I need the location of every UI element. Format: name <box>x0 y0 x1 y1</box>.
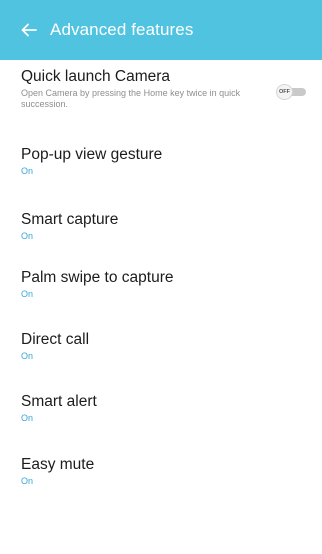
setting-palm-swipe-to-capture[interactable]: Palm swipe to capture On <box>0 268 322 312</box>
setting-status: On <box>21 166 34 176</box>
setting-status: On <box>21 289 34 299</box>
toggle-knob: OFF <box>276 84 293 100</box>
setting-title: Easy mute <box>21 456 95 473</box>
setting-smart-alert[interactable]: Smart alert On <box>0 392 322 436</box>
setting-title: Pop-up view gesture <box>21 146 163 163</box>
setting-title: Direct call <box>21 331 90 348</box>
setting-status: On <box>21 476 34 486</box>
setting-status: On <box>21 231 34 241</box>
setting-smart-capture[interactable]: Smart capture On <box>0 210 322 254</box>
setting-easy-mute[interactable]: Easy mute On <box>0 455 322 499</box>
setting-title: Palm swipe to capture <box>21 269 174 286</box>
setting-title: Smart alert <box>21 393 97 410</box>
setting-title: Quick launch Camera <box>21 68 171 85</box>
app-bar: Advanced features <box>0 0 322 60</box>
page-title: Advanced features <box>50 20 194 39</box>
setting-status: On <box>21 413 34 423</box>
quick-launch-camera-toggle[interactable]: OFF <box>276 84 306 100</box>
setting-description: Open Camera by pressing the Home key twi… <box>21 88 241 109</box>
setting-pop-up-view-gesture[interactable]: Pop-up view gesture On <box>0 145 322 189</box>
advanced-features-screen: Advanced features Quick launch Camera Op… <box>0 0 322 554</box>
setting-title: Smart capture <box>21 211 119 228</box>
setting-status: On <box>21 351 34 361</box>
setting-direct-call[interactable]: Direct call On <box>0 330 322 374</box>
back-arrow-icon[interactable] <box>17 18 41 42</box>
setting-quick-launch-camera[interactable]: Quick launch Camera Open Camera by press… <box>0 67 322 125</box>
